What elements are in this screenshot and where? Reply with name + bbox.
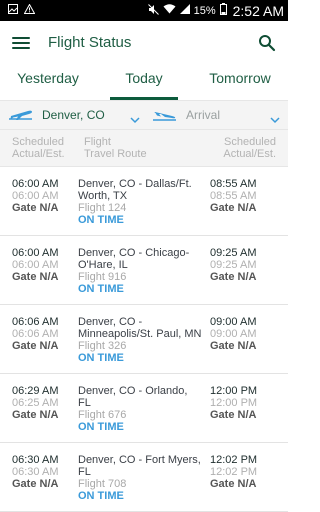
warning-icon bbox=[23, 3, 36, 17]
flight-row[interactable]: 06:30 AM 06:30 AM Gate N/A Denver, CO - … bbox=[0, 443, 288, 512]
app-bar: Flight Status bbox=[0, 21, 288, 64]
signal-icon bbox=[179, 4, 190, 17]
status-badge: ON TIME bbox=[78, 283, 124, 295]
city-value: Denver, CO bbox=[42, 108, 105, 122]
wifi-icon bbox=[163, 4, 176, 17]
flight-row[interactable]: 06:06 AM 06:06 AM Gate N/A Denver, CO - … bbox=[0, 305, 288, 374]
direction-dropdown[interactable]: Arrival bbox=[152, 108, 280, 124]
status-bar: 15% 2:52 AM bbox=[0, 0, 288, 21]
notification-icons bbox=[8, 3, 148, 17]
departure-times: 06:00 AM 06:00 AM Gate N/A bbox=[12, 247, 59, 283]
arrival-times: 08:55 AM 08:55 AM Gate N/A bbox=[210, 178, 257, 214]
flight-info: Denver, CO - Dallas/Ft. Worth, TX Flight… bbox=[78, 178, 210, 235]
status-badge: ON TIME bbox=[78, 421, 124, 433]
departure-column-header: Scheduled Actual/Est. bbox=[12, 136, 65, 160]
clock: 2:52 AM bbox=[232, 2, 284, 19]
flight-list: 06:00 AM 06:00 AM Gate N/A Denver, CO - … bbox=[0, 167, 288, 512]
status-badge: ON TIME bbox=[78, 352, 124, 364]
day-tabs: Yesterday Today Tomorrow bbox=[0, 64, 288, 100]
flight-row[interactable]: 06:00 AM 06:00 AM Gate N/A Denver, CO - … bbox=[0, 167, 288, 236]
status-badge: ON TIME bbox=[78, 214, 124, 226]
column-headers: Scheduled Actual/Est. Flight Travel Rout… bbox=[0, 129, 288, 167]
departure-times: 06:06 AM 06:06 AM Gate N/A bbox=[12, 316, 59, 352]
battery-icon bbox=[219, 3, 227, 18]
tab-today[interactable]: Today bbox=[96, 64, 192, 100]
departure-times: 06:29 AM 06:25 AM Gate N/A bbox=[12, 385, 59, 421]
chevron-down-icon bbox=[270, 111, 280, 124]
arrival-times: 12:02 PM 12:02 PM Gate N/A bbox=[210, 454, 258, 490]
filter-bar: Denver, CO Arrival bbox=[0, 100, 288, 129]
flight-info: Denver, CO - Minneapolis/St. Paul, MN Fl… bbox=[78, 316, 210, 373]
status-badge: ON TIME bbox=[78, 490, 124, 502]
tab-yesterday[interactable]: Yesterday bbox=[0, 64, 96, 100]
city-dropdown[interactable]: Denver, CO bbox=[8, 108, 140, 124]
flight-info: Denver, CO - Chicago- O'Hare, IL Flight … bbox=[78, 247, 210, 304]
airplane-departure-icon bbox=[8, 108, 34, 122]
flight-info: Denver, CO - Fort Myers, FL Flight 708 O… bbox=[78, 454, 210, 511]
flight-row[interactable]: 06:00 AM 06:00 AM Gate N/A Denver, CO - … bbox=[0, 236, 288, 305]
route-column-header: Flight Travel Route bbox=[84, 136, 147, 160]
direction-value: Arrival bbox=[186, 108, 221, 122]
flight-info: Denver, CO - Orlando, FL Flight 676 ON T… bbox=[78, 385, 210, 442]
system-icons: 15% 2:52 AM bbox=[147, 2, 284, 19]
flight-row[interactable]: 06:29 AM 06:25 AM Gate N/A Denver, CO - … bbox=[0, 374, 288, 443]
arrival-column-header: Scheduled Actual/Est. bbox=[223, 136, 276, 160]
menu-icon[interactable] bbox=[12, 36, 30, 49]
arrival-times: 09:00 AM 09:00 AM Gate N/A bbox=[210, 316, 257, 352]
chevron-down-icon bbox=[130, 111, 140, 124]
search-icon[interactable] bbox=[258, 34, 276, 52]
page-title: Flight Status bbox=[48, 34, 132, 51]
arrival-times: 09:25 AM 09:25 AM Gate N/A bbox=[210, 247, 257, 283]
tab-tomorrow[interactable]: Tomorrow bbox=[192, 64, 288, 100]
mute-icon bbox=[147, 3, 159, 18]
battery-percent: 15% bbox=[193, 4, 216, 17]
arrival-times: 12:00 PM 12:00 PM Gate N/A bbox=[210, 385, 258, 421]
departure-times: 06:30 AM 06:30 AM Gate N/A bbox=[12, 454, 59, 490]
departure-times: 06:00 AM 06:00 AM Gate N/A bbox=[12, 178, 59, 214]
airplane-arrival-icon bbox=[152, 108, 178, 122]
photo-notification-icon bbox=[8, 4, 18, 17]
